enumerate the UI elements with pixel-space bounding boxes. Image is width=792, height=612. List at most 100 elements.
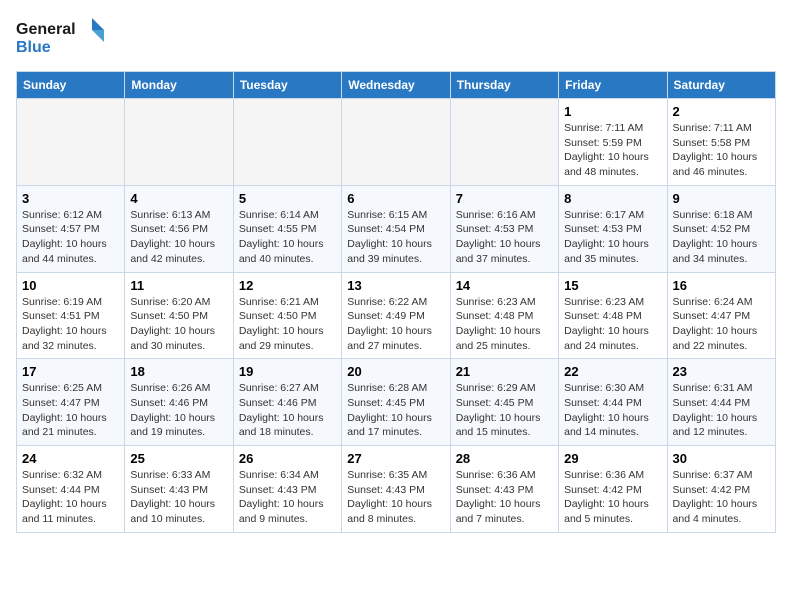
calendar-week-row: 17Sunrise: 6:25 AMSunset: 4:47 PMDayligh… (17, 359, 776, 446)
day-number: 18 (130, 364, 227, 379)
day-info: Sunrise: 6:21 AMSunset: 4:50 PMDaylight:… (239, 295, 336, 354)
day-info: Sunrise: 6:36 AMSunset: 4:43 PMDaylight:… (456, 468, 553, 527)
calendar-body: 1 Sunrise: 7:11 AMSunset: 5:59 PMDaylight… (17, 99, 776, 533)
calendar-day-cell: 26 Sunrise: 6:34 AMSunset: 4:43 PMDayligh… (233, 446, 341, 533)
calendar-day-cell (17, 99, 125, 186)
day-number: 12 (239, 278, 336, 293)
day-number: 3 (22, 191, 119, 206)
day-number: 21 (456, 364, 553, 379)
calendar-day-cell (233, 99, 341, 186)
day-info: Sunrise: 6:37 AMSunset: 4:42 PMDaylight:… (673, 468, 770, 527)
day-of-week-header: Wednesday (342, 72, 450, 99)
day-number: 1 (564, 104, 661, 119)
day-number: 11 (130, 278, 227, 293)
calendar-day-cell: 24 Sunrise: 6:32 AMSunset: 4:44 PMDayligh… (17, 446, 125, 533)
calendar-day-cell: 29 Sunrise: 6:36 AMSunset: 4:42 PMDayligh… (559, 446, 667, 533)
calendar-day-cell: 11 Sunrise: 6:20 AMSunset: 4:50 PMDayligh… (125, 272, 233, 359)
day-number: 28 (456, 451, 553, 466)
calendar-day-cell: 22Sunrise: 6:30 AMSunset: 4:44 PMDayligh… (559, 359, 667, 446)
day-info: Sunrise: 6:23 AMSunset: 4:48 PMDaylight:… (456, 295, 553, 354)
calendar-day-cell: 14 Sunrise: 6:23 AMSunset: 4:48 PMDayligh… (450, 272, 558, 359)
day-number: 23 (673, 364, 770, 379)
calendar-day-cell: 8Sunrise: 6:17 AMSunset: 4:53 PMDaylight… (559, 185, 667, 272)
day-number: 9 (673, 191, 770, 206)
calendar-day-cell: 25 Sunrise: 6:33 AMSunset: 4:43 PMDayligh… (125, 446, 233, 533)
day-number: 19 (239, 364, 336, 379)
day-info: Sunrise: 6:13 AMSunset: 4:56 PMDaylight:… (130, 208, 227, 267)
calendar-day-cell: 12 Sunrise: 6:21 AMSunset: 4:50 PMDayligh… (233, 272, 341, 359)
calendar-day-cell: 10 Sunrise: 6:19 AMSunset: 4:51 PMDayligh… (17, 272, 125, 359)
day-of-week-header: Tuesday (233, 72, 341, 99)
calendar-day-cell: 3 Sunrise: 6:12 AMSunset: 4:57 PMDaylight… (17, 185, 125, 272)
calendar-table: SundayMondayTuesdayWednesdayThursdayFrid… (16, 71, 776, 533)
calendar-day-cell: 27 Sunrise: 6:35 AMSunset: 4:43 PMDayligh… (342, 446, 450, 533)
day-number: 25 (130, 451, 227, 466)
calendar-day-cell: 28 Sunrise: 6:36 AMSunset: 4:43 PMDayligh… (450, 446, 558, 533)
day-info: Sunrise: 6:27 AMSunset: 4:46 PMDaylight:… (239, 381, 336, 440)
calendar-day-cell: 1 Sunrise: 7:11 AMSunset: 5:59 PMDaylight… (559, 99, 667, 186)
day-of-week-header: Friday (559, 72, 667, 99)
calendar-day-cell: 9 Sunrise: 6:18 AMSunset: 4:52 PMDaylight… (667, 185, 775, 272)
calendar-day-cell: 5Sunrise: 6:14 AMSunset: 4:55 PMDaylight… (233, 185, 341, 272)
calendar-day-cell: 17Sunrise: 6:25 AMSunset: 4:47 PMDayligh… (17, 359, 125, 446)
day-info: Sunrise: 6:22 AMSunset: 4:49 PMDaylight:… (347, 295, 444, 354)
day-number: 8 (564, 191, 661, 206)
day-info: Sunrise: 6:34 AMSunset: 4:43 PMDaylight:… (239, 468, 336, 527)
day-info: Sunrise: 6:26 AMSunset: 4:46 PMDaylight:… (130, 381, 227, 440)
day-info: Sunrise: 6:36 AMSunset: 4:42 PMDaylight:… (564, 468, 661, 527)
calendar-week-row: 10 Sunrise: 6:19 AMSunset: 4:51 PMDayligh… (17, 272, 776, 359)
day-info: Sunrise: 6:16 AMSunset: 4:53 PMDaylight:… (456, 208, 553, 267)
day-number: 6 (347, 191, 444, 206)
calendar-day-cell: 18 Sunrise: 6:26 AMSunset: 4:46 PMDayligh… (125, 359, 233, 446)
calendar-week-row: 24 Sunrise: 6:32 AMSunset: 4:44 PMDayligh… (17, 446, 776, 533)
calendar-day-cell: 21 Sunrise: 6:29 AMSunset: 4:45 PMDayligh… (450, 359, 558, 446)
day-info: Sunrise: 7:11 AMSunset: 5:58 PMDaylight:… (673, 121, 770, 180)
calendar-day-cell (125, 99, 233, 186)
day-info: Sunrise: 6:15 AMSunset: 4:54 PMDaylight:… (347, 208, 444, 267)
day-number: 30 (673, 451, 770, 466)
page-header: General Blue (16, 16, 776, 61)
day-number: 26 (239, 451, 336, 466)
svg-text:General: General (16, 21, 76, 38)
day-info: Sunrise: 6:20 AMSunset: 4:50 PMDaylight:… (130, 295, 227, 354)
day-info: Sunrise: 6:32 AMSunset: 4:44 PMDaylight:… (22, 468, 119, 527)
calendar-week-row: 1 Sunrise: 7:11 AMSunset: 5:59 PMDaylight… (17, 99, 776, 186)
day-of-week-header: Thursday (450, 72, 558, 99)
calendar-day-cell (450, 99, 558, 186)
calendar-week-row: 3 Sunrise: 6:12 AMSunset: 4:57 PMDaylight… (17, 185, 776, 272)
day-number: 20 (347, 364, 444, 379)
svg-text:Blue: Blue (16, 39, 51, 56)
calendar-day-cell: 15 Sunrise: 6:23 AMSunset: 4:48 PMDayligh… (559, 272, 667, 359)
day-number: 27 (347, 451, 444, 466)
day-number: 7 (456, 191, 553, 206)
logo: General Blue (16, 16, 106, 61)
day-number: 14 (456, 278, 553, 293)
day-number: 4 (130, 191, 227, 206)
calendar-day-cell: 4 Sunrise: 6:13 AMSunset: 4:56 PMDaylight… (125, 185, 233, 272)
day-number: 10 (22, 278, 119, 293)
day-number: 15 (564, 278, 661, 293)
calendar-day-cell: 19 Sunrise: 6:27 AMSunset: 4:46 PMDayligh… (233, 359, 341, 446)
day-number: 24 (22, 451, 119, 466)
day-info: Sunrise: 6:30 AMSunset: 4:44 PMDaylight:… (564, 381, 661, 440)
day-info: Sunrise: 7:11 AMSunset: 5:59 PMDaylight:… (564, 121, 661, 180)
day-number: 2 (673, 104, 770, 119)
day-info: Sunrise: 6:18 AMSunset: 4:52 PMDaylight:… (673, 208, 770, 267)
calendar-day-cell: 13Sunrise: 6:22 AMSunset: 4:49 PMDayligh… (342, 272, 450, 359)
day-number: 5 (239, 191, 336, 206)
day-of-week-header: Sunday (17, 72, 125, 99)
calendar-day-cell: 30 Sunrise: 6:37 AMSunset: 4:42 PMDayligh… (667, 446, 775, 533)
calendar-day-cell (342, 99, 450, 186)
calendar-day-cell: 2 Sunrise: 7:11 AMSunset: 5:58 PMDaylight… (667, 99, 775, 186)
calendar-day-cell: 16Sunrise: 6:24 AMSunset: 4:47 PMDayligh… (667, 272, 775, 359)
day-number: 29 (564, 451, 661, 466)
day-info: Sunrise: 6:33 AMSunset: 4:43 PMDaylight:… (130, 468, 227, 527)
calendar-day-cell: 6 Sunrise: 6:15 AMSunset: 4:54 PMDaylight… (342, 185, 450, 272)
day-of-week-header: Saturday (667, 72, 775, 99)
logo-svg: General Blue (16, 16, 106, 61)
day-info: Sunrise: 6:23 AMSunset: 4:48 PMDaylight:… (564, 295, 661, 354)
day-info: Sunrise: 6:12 AMSunset: 4:57 PMDaylight:… (22, 208, 119, 267)
day-info: Sunrise: 6:35 AMSunset: 4:43 PMDaylight:… (347, 468, 444, 527)
day-info: Sunrise: 6:19 AMSunset: 4:51 PMDaylight:… (22, 295, 119, 354)
day-info: Sunrise: 6:29 AMSunset: 4:45 PMDaylight:… (456, 381, 553, 440)
